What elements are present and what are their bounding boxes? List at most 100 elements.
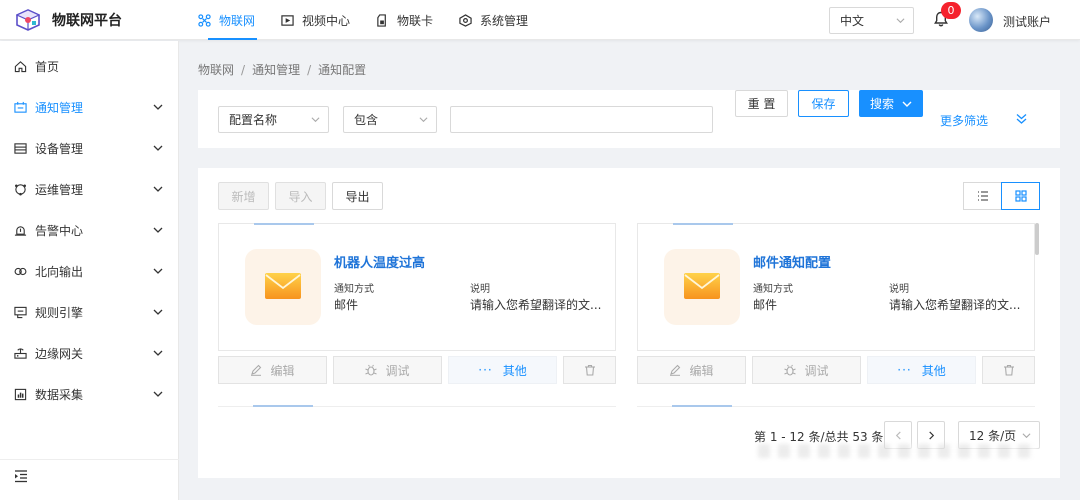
sidebar-item-label: 北向输出 bbox=[35, 264, 84, 279]
debug-button[interactable]: 调试 bbox=[752, 356, 861, 384]
scrollbar[interactable] bbox=[1035, 223, 1039, 255]
topnav-video[interactable]: 视频中心 bbox=[281, 0, 350, 40]
sidebar-item-notice[interactable]: 通知管理 bbox=[0, 87, 179, 127]
notification-badge: 0 bbox=[941, 2, 961, 19]
sidebar-item-label: 通知管理 bbox=[35, 100, 84, 115]
menu-fold-icon[interactable] bbox=[14, 469, 28, 483]
bug-icon bbox=[365, 364, 378, 376]
delete-button[interactable] bbox=[563, 356, 616, 384]
email-icon bbox=[265, 273, 301, 299]
chevron-right-icon bbox=[928, 430, 934, 440]
operator-select-value: 包含 bbox=[354, 113, 379, 127]
import-button[interactable]: 导入 bbox=[275, 182, 326, 210]
sidebar-item-alarm[interactable]: 告警中心 bbox=[0, 210, 179, 250]
double-chevron-down-icon[interactable] bbox=[1016, 113, 1027, 125]
more-button[interactable]: ··· 其他 bbox=[448, 356, 557, 384]
avatar[interactable] bbox=[969, 8, 993, 32]
ellipsis-icon: ··· bbox=[478, 363, 493, 377]
cube-logo-icon bbox=[16, 9, 40, 31]
chevron-down-icon bbox=[153, 227, 163, 233]
chevron-down-icon bbox=[153, 309, 163, 315]
sidebar-item-label: 数据采集 bbox=[35, 387, 84, 402]
debug-label: 调试 bbox=[385, 363, 410, 378]
debug-button[interactable]: 调试 bbox=[333, 356, 442, 384]
card-list-panel: 新增 导入 导出 机器人温度过高 通知方式 邮件 说明 请输入您希望翻译的文..… bbox=[198, 168, 1060, 478]
breadcrumb-item[interactable]: 物联网 bbox=[198, 63, 234, 77]
save-button[interactable]: 保存 bbox=[798, 90, 849, 117]
card-top-accent bbox=[673, 223, 733, 225]
trash-icon bbox=[584, 364, 595, 376]
operator-select[interactable]: 包含 bbox=[343, 106, 437, 133]
more-label: 其他 bbox=[921, 363, 946, 378]
notify-type-label: 通知方式 bbox=[334, 284, 374, 295]
card-top-accent bbox=[254, 223, 314, 225]
reset-button[interactable]: 重 置 bbox=[735, 90, 788, 117]
sidebar-item-gateway[interactable]: 边缘网关 bbox=[0, 333, 179, 373]
sidebar-item-label: 设备管理 bbox=[35, 141, 84, 156]
sidebar-item-output[interactable]: 北向输出 bbox=[0, 251, 179, 291]
delete-button[interactable] bbox=[982, 356, 1035, 384]
user-name[interactable]: 测试账户 bbox=[1003, 13, 1051, 30]
notice-icon bbox=[14, 101, 27, 113]
collect-icon bbox=[14, 388, 27, 400]
more-label: 其他 bbox=[502, 363, 527, 378]
sidebar-item-home[interactable]: 首页 bbox=[0, 46, 179, 86]
sidebar-item-ops[interactable]: 运维管理 bbox=[0, 169, 179, 209]
page-size-value: 12 条/页 bbox=[969, 428, 1017, 443]
edit-icon bbox=[670, 364, 681, 376]
add-button[interactable]: 新增 bbox=[218, 182, 269, 210]
chevron-down-icon bbox=[153, 350, 163, 356]
sim-card-icon bbox=[377, 13, 386, 27]
sidebar: 首页 通知管理 设备管理 运维管理 告警中心 北向输出 规则引擎 边缘网关 数据… bbox=[0, 41, 179, 500]
notify-type-label: 通知方式 bbox=[753, 284, 793, 295]
video-icon bbox=[281, 14, 294, 26]
notify-type-value: 邮件 bbox=[753, 298, 778, 312]
topnav-system[interactable]: 系统管理 bbox=[459, 0, 528, 40]
card-icon-box bbox=[245, 249, 321, 325]
breadcrumb: 物联网 / 通知管理 / 通知配置 bbox=[198, 63, 367, 77]
description-value: 请输入您希望翻译的文... bbox=[470, 298, 602, 312]
sidebar-item-device[interactable]: 设备管理 bbox=[0, 128, 179, 168]
debug-label: 调试 bbox=[804, 363, 829, 378]
card-title[interactable]: 机器人温度过高 bbox=[334, 252, 425, 271]
edit-button[interactable]: 编辑 bbox=[637, 356, 746, 384]
more-filters-link[interactable]: 更多筛选 bbox=[940, 112, 988, 129]
edit-icon bbox=[251, 364, 262, 376]
list-view-button[interactable] bbox=[963, 182, 1002, 210]
top-navigation: 物联网 视频中心 物联卡 系统管理 bbox=[198, 0, 554, 40]
search-button[interactable]: 搜索 bbox=[859, 90, 923, 117]
topnav-simcard[interactable]: 物联卡 bbox=[376, 0, 433, 40]
notification-card[interactable]: 机器人温度过高 通知方式 邮件 说明 请输入您希望翻译的文... bbox=[218, 223, 616, 351]
filter-bar: 配置名称 包含 重 置 保存 搜索 更多筛选 bbox=[198, 90, 1060, 148]
topnav-simcard-label: 物联卡 bbox=[397, 13, 434, 28]
system-icon bbox=[459, 13, 472, 27]
edit-button[interactable]: 编辑 bbox=[218, 356, 327, 384]
language-value: 中文 bbox=[840, 14, 865, 28]
sidebar-item-label: 规则引擎 bbox=[35, 305, 84, 320]
ellipsis-icon: ··· bbox=[897, 363, 912, 377]
field-select-value: 配置名称 bbox=[229, 113, 278, 127]
language-select[interactable]: 中文 bbox=[829, 7, 914, 34]
field-select[interactable]: 配置名称 bbox=[218, 106, 329, 133]
breadcrumb-item: 通知配置 bbox=[318, 63, 367, 77]
card-view-button[interactable] bbox=[1001, 182, 1040, 210]
more-button[interactable]: ··· 其他 bbox=[867, 356, 976, 384]
iot-icon bbox=[198, 13, 211, 27]
edit-label: 编辑 bbox=[270, 363, 295, 378]
sidebar-item-label: 首页 bbox=[35, 59, 60, 74]
card-title[interactable]: 邮件通知配置 bbox=[753, 252, 831, 271]
topnav-iot[interactable]: 物联网 bbox=[198, 0, 258, 40]
app-logo[interactable]: 物联网平台 bbox=[16, 9, 122, 31]
export-button[interactable]: 导出 bbox=[332, 182, 383, 210]
breadcrumb-item[interactable]: 通知管理 bbox=[252, 63, 300, 77]
blurred-region bbox=[758, 444, 1038, 458]
edit-label: 编辑 bbox=[689, 363, 714, 378]
sidebar-item-rule[interactable]: 规则引擎 bbox=[0, 292, 179, 332]
notification-card[interactable]: 邮件通知配置 通知方式 邮件 说明 请输入您希望翻译的文... bbox=[637, 223, 1035, 351]
app-title: 物联网平台 bbox=[52, 13, 122, 29]
filter-value-input[interactable] bbox=[450, 106, 713, 133]
sidebar-item-collect[interactable]: 数据采集 bbox=[0, 374, 179, 414]
sidebar-divider bbox=[0, 459, 179, 460]
card-actions: 编辑 调试 ··· 其他 bbox=[637, 356, 1035, 384]
gateway-icon bbox=[14, 347, 27, 359]
